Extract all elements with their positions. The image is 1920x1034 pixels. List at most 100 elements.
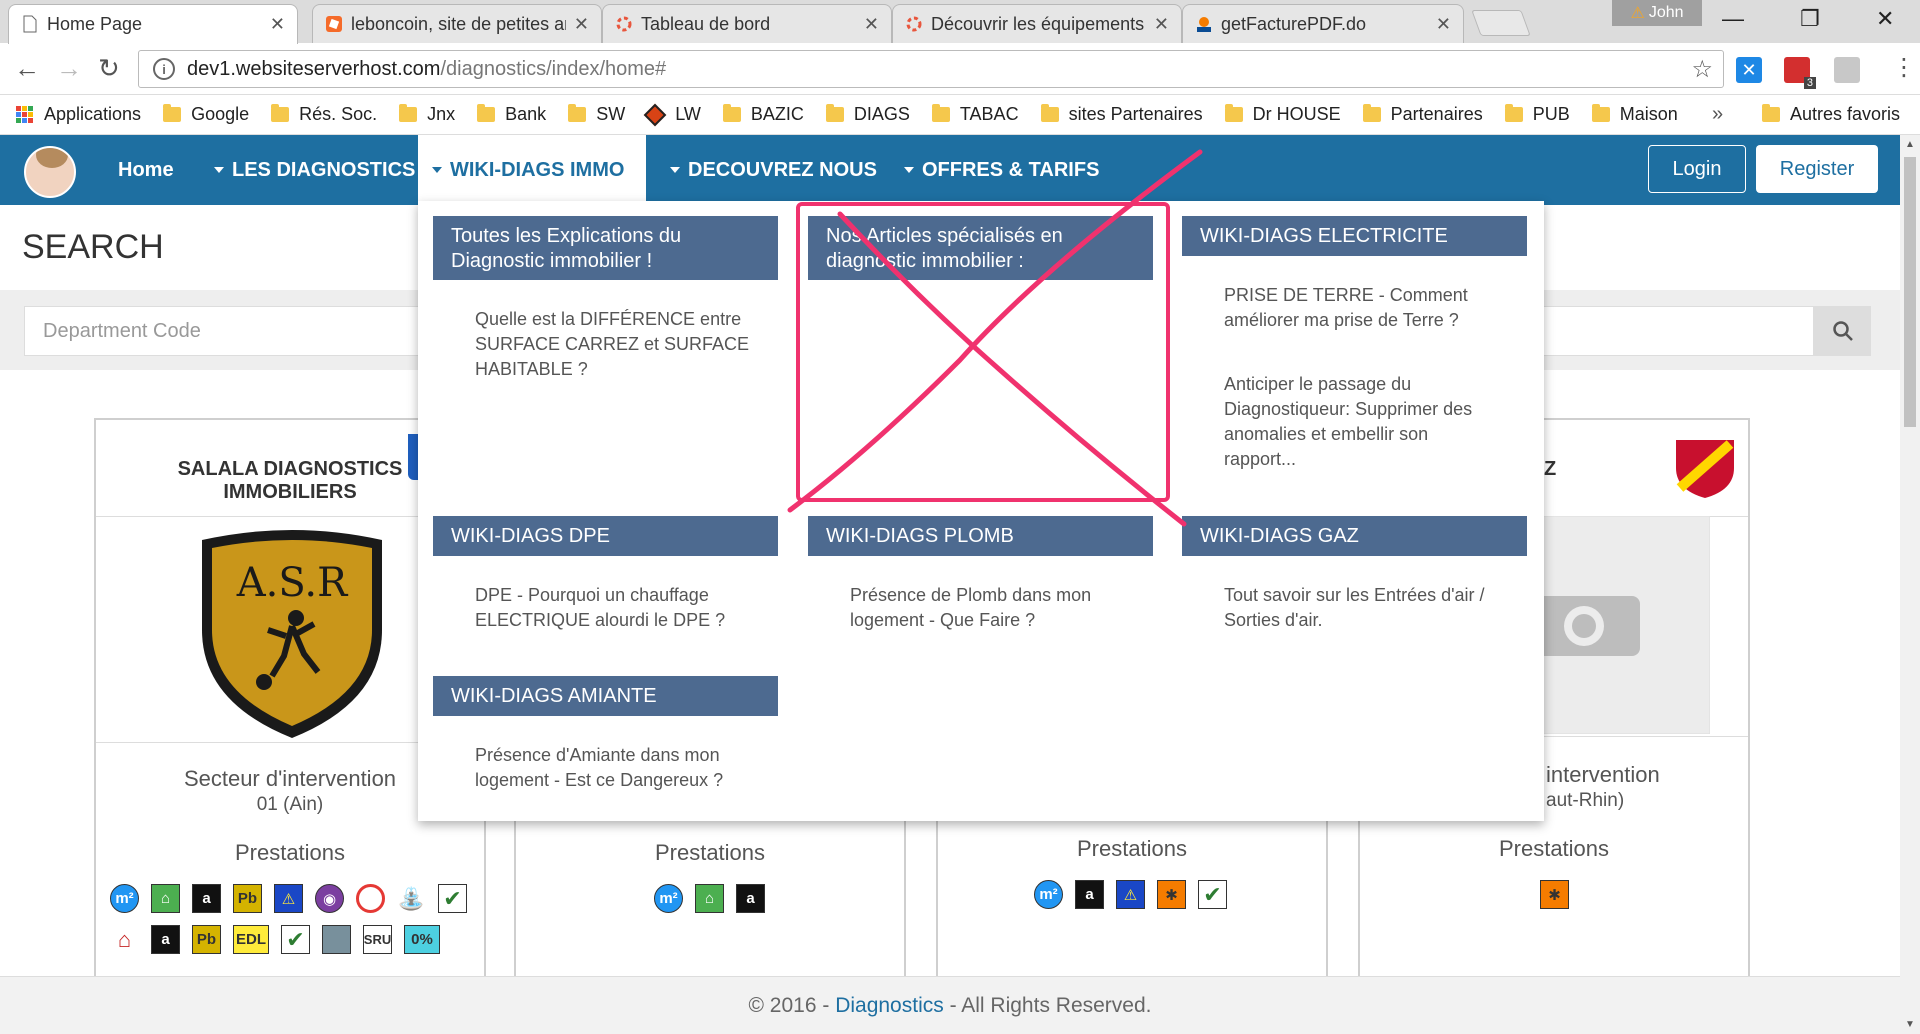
bookmark-res-soc[interactable]: Rés. Soc.	[271, 104, 377, 125]
bookmark-diags[interactable]: DIAGS	[825, 104, 910, 125]
m2-icon: m²	[110, 884, 139, 913]
menu-section-header[interactable]: Nos Articles spécialisés en diagnostic i…	[808, 216, 1153, 280]
register-button[interactable]: Register	[1756, 145, 1878, 193]
menu-link[interactable]: DPE - Pourquoi un chauffage ELECTRIQUE a…	[475, 583, 765, 633]
x-extension-icon[interactable]: ✕	[1736, 57, 1762, 83]
bookmark-sw[interactable]: SW	[568, 104, 625, 125]
bookmark-google[interactable]: Google	[163, 104, 249, 125]
tab-home-page[interactable]: Home Page ✕	[8, 4, 298, 44]
menu-dots-icon[interactable]: ⋮	[1892, 53, 1916, 82]
nav-offres-tarifs[interactable]: OFFRES & TARIFS	[890, 135, 1113, 205]
tab-close-icon[interactable]: ✕	[574, 14, 589, 35]
bookmark-partenaires[interactable]: Partenaires	[1362, 104, 1483, 125]
footer-prefix: © 2016 -	[748, 993, 836, 1017]
zero-percent-icon: 0%	[404, 925, 440, 954]
menu-section-header[interactable]: WIKI-DIAGS GAZ	[1182, 516, 1527, 556]
nav-label: OFFRES & TARIFS	[922, 158, 1100, 181]
bookmark-bank[interactable]: Bank	[477, 104, 546, 125]
menu-link[interactable]: Présence d'Amiante dans mon logement - E…	[475, 743, 765, 793]
amiante-icon: a	[1075, 880, 1104, 909]
close-window-icon[interactable]: ✕	[1876, 6, 1894, 32]
bookmark-sites-partenaires[interactable]: sites Partenaires	[1040, 104, 1203, 125]
scroll-up-icon[interactable]: ▲	[1905, 139, 1915, 150]
house-icon: ⌂	[695, 884, 724, 913]
restore-icon[interactable]: ❐	[1800, 6, 1820, 32]
tab-leboncoin[interactable]: leboncoin, site de petites annonces ✕	[312, 4, 602, 43]
menu-link[interactable]: PRISE DE TERRE - Comment améliorer ma pr…	[1224, 283, 1514, 333]
menu-link[interactable]: Quelle est la DIFFÉRENCE entre SURFACE C…	[475, 307, 765, 382]
tab-close-icon[interactable]: ✕	[1154, 14, 1169, 35]
tab-title: Home Page	[47, 14, 143, 34]
warning-icon: ⚠	[1630, 5, 1645, 22]
reload-icon[interactable]: ↻	[98, 53, 120, 84]
secteur-label: intervention	[1546, 762, 1660, 787]
bookmark-lw[interactable]: LW	[643, 103, 701, 126]
folder-icon	[271, 104, 290, 122]
login-button[interactable]: Login	[1648, 145, 1746, 193]
menu-link[interactable]: Tout savoir sur les Entrées d'air / Sort…	[1224, 583, 1514, 633]
tab-close-icon[interactable]: ✕	[270, 14, 285, 35]
menu-section-header[interactable]: WIKI-DIAGS ELECTRICITE	[1182, 216, 1527, 256]
bookmarks-overflow-button[interactable]: »	[1712, 103, 1723, 126]
tab-decouvrir[interactable]: Découvrir les équipements ✕	[892, 4, 1182, 43]
tab-close-icon[interactable]: ✕	[1436, 14, 1451, 35]
page-scrollbar[interactable]: ▲ ▼	[1900, 135, 1920, 1034]
bookmark-pub[interactable]: PUB	[1504, 104, 1570, 125]
site-navbar: Home LES DIAGNOSTICS WIKI-DIAGS IMMO DEC…	[0, 135, 1900, 205]
profile-button[interactable]: ⚠ John	[1612, 0, 1702, 26]
new-tab-button[interactable]	[1471, 10, 1531, 36]
bookmark-bazic[interactable]: BAZIC	[722, 104, 804, 125]
target-icon: ◉	[315, 884, 344, 913]
logo-text: A.S.R	[236, 560, 349, 606]
menu-link[interactable]: Anticiper le passage du Diagnostiqueur: …	[1224, 372, 1494, 472]
back-arrow-icon[interactable]: ←	[14, 53, 40, 84]
storage-extension-icon[interactable]	[1834, 57, 1860, 83]
bookmark-applications[interactable]: Applications	[16, 104, 141, 125]
puzzle-icon	[906, 16, 922, 32]
scroll-thumb[interactable]	[1904, 157, 1916, 427]
caret-down-icon	[904, 167, 914, 173]
scroll-down-icon[interactable]: ▼	[1905, 1019, 1915, 1030]
bookmark-maison[interactable]: Maison	[1591, 104, 1678, 125]
department-code-input[interactable]: Department Code	[24, 306, 424, 356]
menu-link[interactable]: Présence de Plomb dans mon logement - Qu…	[850, 583, 1140, 633]
menu-section-header[interactable]: Toutes les Explications du Diagnostic im…	[433, 216, 778, 280]
star-icon[interactable]: ☆	[1691, 55, 1713, 84]
tab-title: Découvrir les équipements	[931, 13, 1145, 34]
tab-getfacture[interactable]: getFacturePDF.do ✕	[1182, 4, 1464, 43]
search-button[interactable]	[1814, 306, 1871, 356]
address-bar[interactable]: i dev1.websiteserverhost.com/diagnostics…	[138, 50, 1724, 88]
bookmark-label: LW	[675, 104, 701, 124]
nav-home[interactable]: Home	[104, 135, 188, 205]
folder-icon	[163, 104, 182, 122]
forward-arrow-icon[interactable]: →	[56, 53, 82, 84]
tab-close-icon[interactable]: ✕	[864, 14, 879, 35]
leboncoin-icon	[326, 16, 342, 32]
menu-section-header[interactable]: WIKI-DIAGS AMIANTE	[433, 676, 778, 716]
termite-icon: ✱	[1540, 880, 1569, 909]
menu-section-header[interactable]: WIKI-DIAGS PLOMB	[808, 516, 1153, 556]
bookmark-label: Applications	[44, 104, 142, 124]
info-icon[interactable]: i	[153, 58, 175, 80]
footer-link[interactable]: Diagnostics	[835, 994, 944, 1018]
footer-suffix: - All Rights Reserved.	[943, 993, 1152, 1017]
region-shield-icon	[1676, 440, 1734, 498]
folder-icon	[1762, 104, 1780, 122]
tab-tableau-de-bord[interactable]: Tableau de bord ✕	[602, 4, 892, 43]
bookmark-label: TABAC	[959, 104, 1019, 124]
bookmark-dr-house[interactable]: Dr HOUSE	[1224, 104, 1341, 125]
calendar-extension-icon[interactable]: 3	[1784, 57, 1816, 89]
nav-decouvrez-nous[interactable]: DECOUVREZ NOUS	[656, 135, 891, 205]
page-footer: © 2016 - Diagnostics - All Rights Reserv…	[0, 976, 1900, 1034]
nav-wiki-diags-immo[interactable]: WIKI-DIAGS IMMO	[418, 135, 646, 205]
search-input[interactable]	[1530, 306, 1814, 356]
minimize-icon[interactable]: —	[1722, 6, 1744, 32]
bookmark-jnx[interactable]: Jnx	[399, 104, 455, 125]
nav-les-diagnostics[interactable]: LES DIAGNOSTICS	[200, 135, 429, 205]
bookmark-other-favorites[interactable]: Autres favoris	[1762, 104, 1900, 125]
bookmark-tabac[interactable]: TABAC	[931, 104, 1019, 125]
prestation-icons: ✱	[1540, 880, 1569, 909]
menu-section-header[interactable]: WIKI-DIAGS DPE	[433, 516, 778, 556]
amiante-icon: a	[736, 884, 765, 913]
avatar[interactable]	[24, 146, 76, 198]
